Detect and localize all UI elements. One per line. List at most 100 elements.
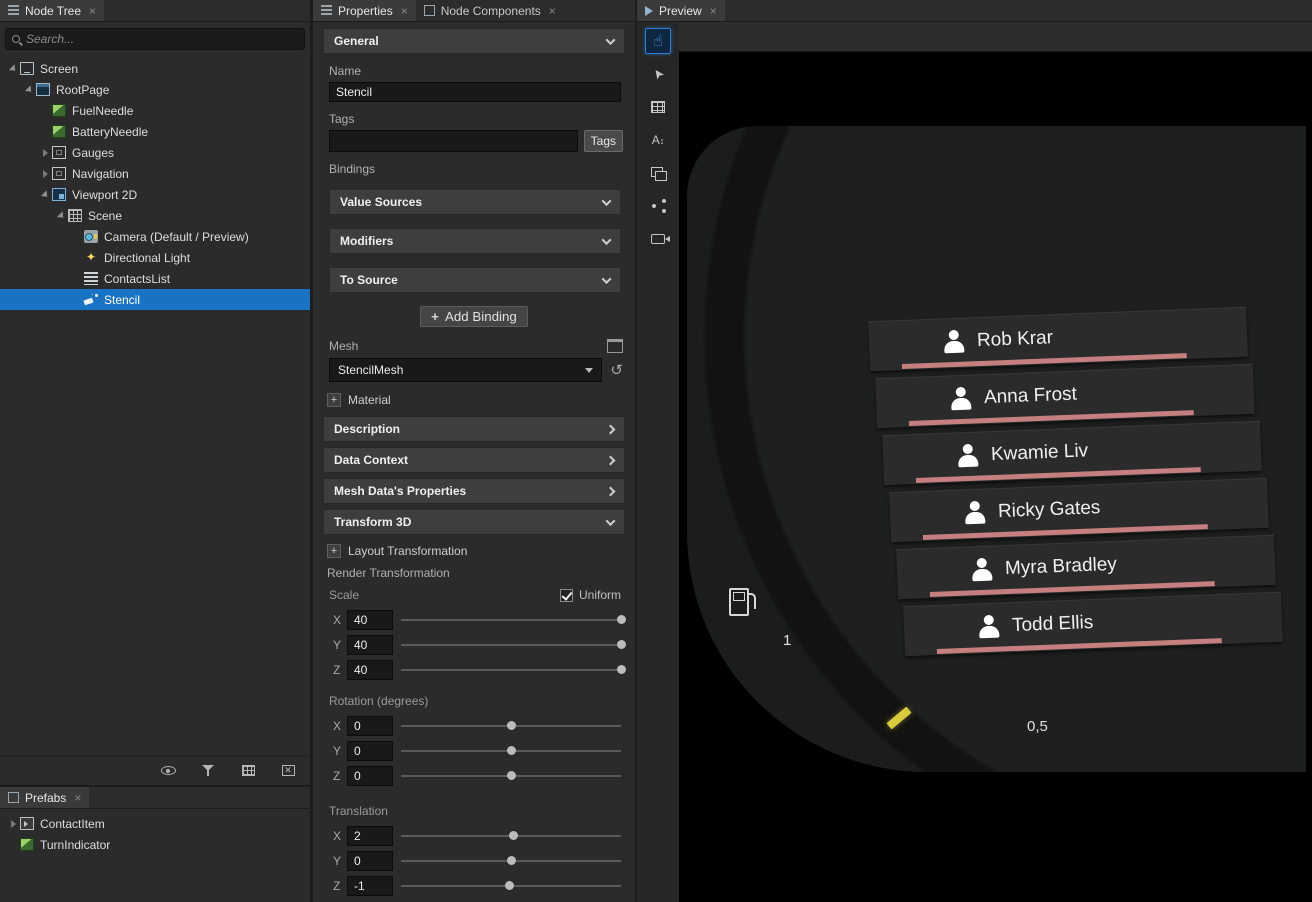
axis-y-label: Y [333, 744, 347, 758]
contact-item[interactable]: Kwamie Liv [882, 421, 1262, 485]
rotation-z-input[interactable] [347, 766, 393, 786]
uniform-checkbox[interactable] [560, 589, 573, 602]
scale-x-row: X [333, 610, 621, 630]
expand-plus-icon[interactable]: + [327, 393, 341, 407]
interact-mode-button[interactable]: ☝ [645, 28, 671, 54]
filter-button[interactable] [196, 761, 220, 781]
expander-open-icon [40, 190, 49, 199]
tags-button[interactable]: Tags [584, 130, 623, 152]
tree-item-scene[interactable]: Scene [0, 205, 310, 226]
rotation-x-row: X [333, 716, 621, 736]
tree-item-gauges[interactable]: Gauges [0, 142, 310, 163]
translation-z-slider[interactable] [401, 877, 621, 895]
tab-prefabs[interactable]: Prefabs × [0, 787, 89, 808]
scale-y-slider[interactable] [401, 636, 621, 654]
name-field[interactable] [329, 82, 621, 102]
scale-x-input[interactable] [347, 610, 393, 630]
node-connections-button[interactable] [645, 193, 671, 219]
section-value-sources[interactable]: Value Sources [329, 189, 621, 215]
rotation-y-input[interactable] [347, 741, 393, 761]
preview-viewport[interactable]: Rob Krar Anna Frost Kwamie Liv [679, 22, 1312, 902]
expand-plus-icon[interactable]: + [327, 544, 341, 558]
translation-z-input[interactable] [347, 876, 393, 896]
contact-item[interactable]: Todd Ellis [903, 592, 1283, 656]
tree-item-directional-light[interactable]: Directional Light [0, 247, 310, 268]
contact-item[interactable]: Anna Frost [875, 364, 1255, 428]
rotation-y-slider[interactable] [401, 742, 621, 760]
tree-item-screen[interactable]: Screen [0, 58, 310, 79]
camera-mode-button[interactable] [645, 226, 671, 252]
scale-z-input[interactable] [347, 660, 393, 680]
grid-overlay-button[interactable] [645, 94, 671, 120]
scale-z-slider[interactable] [401, 661, 621, 679]
tree-item-label: RootPage [56, 83, 109, 97]
section-general[interactable]: General [323, 28, 625, 54]
contact-item[interactable]: Myra Bradley [896, 535, 1276, 599]
translation-y-row: Y [333, 851, 621, 871]
image-node-icon [52, 125, 66, 138]
expander-closed-icon [43, 170, 48, 178]
tree-item-batteryneedle[interactable]: BatteryNeedle [0, 121, 310, 142]
grid-view-button[interactable] [236, 761, 260, 781]
select-mode-button[interactable]: ➤ [645, 61, 671, 87]
preview-tab-icon [645, 6, 653, 16]
add-binding-label: Add Binding [445, 309, 517, 324]
section-data-context[interactable]: Data Context [323, 447, 625, 473]
prefab-item-turnindicator[interactable]: TurnIndicator [0, 834, 310, 855]
expander-open-icon [24, 85, 33, 94]
contact-name: Rob Krar [977, 327, 1054, 352]
translation-y-slider[interactable] [401, 852, 621, 870]
tab-node-tree[interactable]: Node Tree × [0, 0, 104, 21]
close-icon[interactable]: × [74, 791, 81, 805]
add-binding-button[interactable]: + Add Binding [420, 306, 528, 327]
scale-x-slider[interactable] [401, 611, 621, 629]
close-icon[interactable]: × [401, 4, 408, 18]
tree-item-viewport-2d[interactable]: Viewport 2D [0, 184, 310, 205]
layers-button[interactable] [645, 160, 671, 186]
rotation-z-slider[interactable] [401, 767, 621, 785]
contact-item[interactable]: Rob Krar [868, 307, 1248, 371]
tree-item-rootpage[interactable]: RootPage [0, 79, 310, 100]
section-transform-3d[interactable]: Transform 3D [323, 509, 625, 535]
render-transformation-label: Render Transformation [327, 566, 621, 580]
close-icon[interactable]: × [89, 4, 96, 18]
contact-name: Myra Bradley [1005, 554, 1118, 580]
translation-x-input[interactable] [347, 826, 393, 846]
prefab-item-contactitem[interactable]: ContactItem [0, 813, 310, 834]
mesh-dropdown[interactable]: StencilMesh [329, 358, 602, 382]
rotation-x-slider[interactable] [401, 717, 621, 735]
rotation-x-input[interactable] [347, 716, 393, 736]
tree-item-stencil[interactable]: Stencil [0, 289, 310, 310]
translation-y-input[interactable] [347, 851, 393, 871]
section-description[interactable]: Description [323, 416, 625, 442]
plus-icon: + [431, 309, 439, 324]
tree-item-navigation[interactable]: Navigation [0, 163, 310, 184]
contact-item[interactable]: Ricky Gates [889, 478, 1269, 542]
tab-preview[interactable]: Preview × [637, 0, 725, 21]
tab-node-components[interactable]: Node Components × [416, 0, 564, 21]
section-mesh-data[interactable]: Mesh Data's Properties [323, 478, 625, 504]
axis-x-label: X [333, 829, 347, 843]
grid-off-button[interactable] [276, 761, 300, 781]
tree-item-contactslist[interactable]: ContactsList [0, 268, 310, 289]
tab-properties[interactable]: Properties × [313, 0, 416, 21]
filter-icon [202, 765, 214, 776]
scale-y-input[interactable] [347, 635, 393, 655]
tags-label: Tags [329, 112, 621, 126]
tree-item-camera[interactable]: Camera (Default / Preview) [0, 226, 310, 247]
name-label: Name [329, 64, 621, 78]
prefab-item-label: ContactItem [40, 817, 105, 831]
tags-field[interactable] [329, 130, 578, 152]
section-to-source[interactable]: To Source [329, 267, 621, 293]
tree-item-fuelneedle[interactable]: FuelNeedle [0, 100, 310, 121]
search-input[interactable] [26, 32, 298, 46]
person-icon [976, 615, 1003, 642]
mesh-library-icon[interactable] [607, 339, 623, 353]
translation-x-slider[interactable] [401, 827, 621, 845]
reset-icon[interactable]: ↺ [610, 363, 623, 378]
section-modifiers[interactable]: Modifiers [329, 228, 621, 254]
close-icon[interactable]: × [549, 4, 556, 18]
visibility-toggle-button[interactable] [156, 761, 180, 781]
text-debug-button[interactable]: A↕ [645, 127, 671, 153]
close-icon[interactable]: × [710, 4, 717, 18]
